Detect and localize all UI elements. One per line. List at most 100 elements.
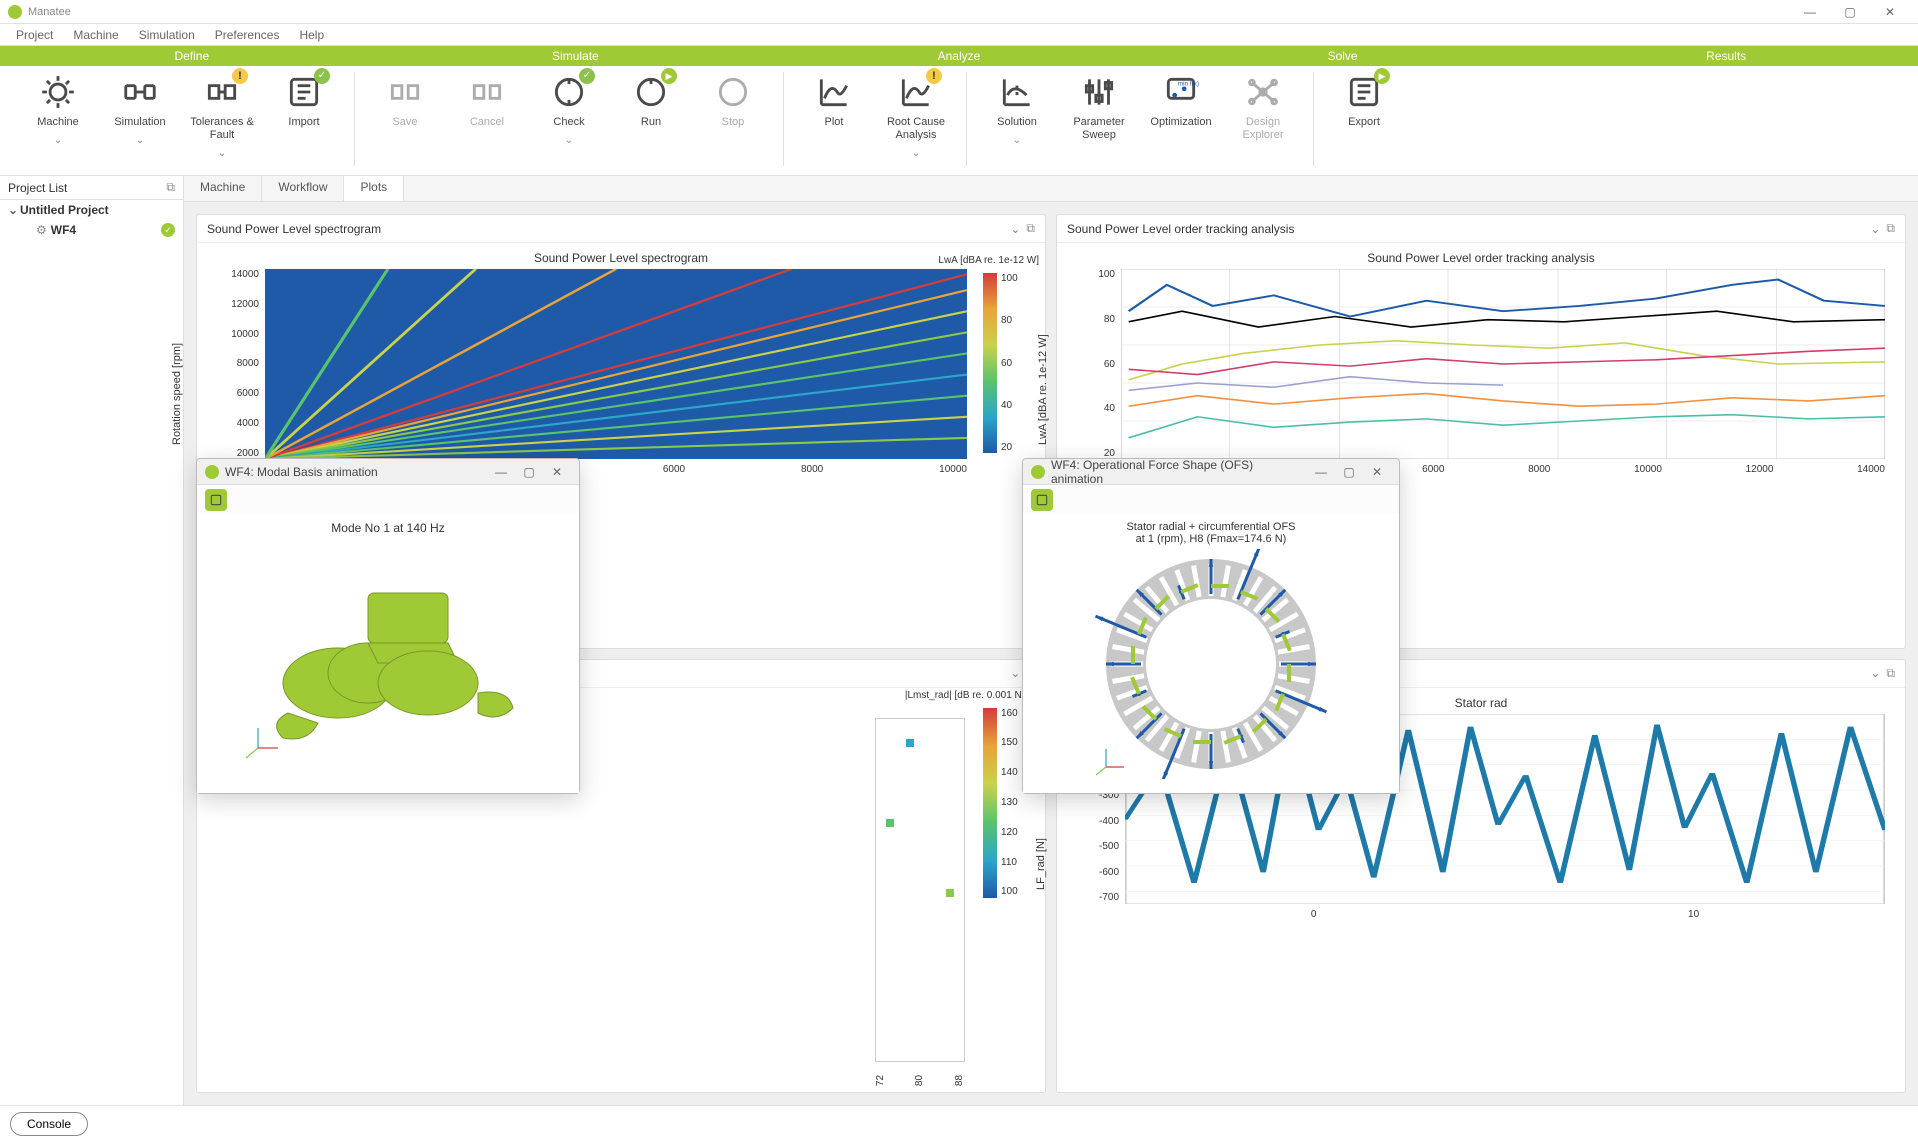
chevron-down-icon[interactable]: ⌄: [1870, 666, 1880, 680]
window-close-button[interactable]: ✕: [1870, 5, 1910, 19]
ytick: 80: [1077, 314, 1115, 325]
window-close-button[interactable]: ✕: [543, 465, 571, 479]
console-button[interactable]: Console: [10, 1112, 88, 1136]
tab-workflow[interactable]: Workflow: [262, 176, 344, 201]
ytick: -400: [1073, 816, 1119, 827]
check-icon: ✓: [549, 72, 589, 112]
tree-root[interactable]: ⌄ Untitled Project: [0, 200, 183, 220]
export-icon: ▶: [1344, 72, 1384, 112]
section-define: Define: [0, 46, 384, 66]
sweep-icon: [1079, 72, 1119, 112]
tab-machine[interactable]: Machine: [184, 176, 262, 201]
gear-icon: [38, 72, 78, 112]
menu-preferences[interactable]: Preferences: [205, 26, 290, 44]
ribbon-label: Import: [288, 116, 319, 129]
app-logo-icon: [8, 5, 22, 19]
chevron-down-icon[interactable]: ⌄: [1010, 222, 1020, 236]
tree-root-label: Untitled Project: [20, 203, 109, 217]
window-close-button[interactable]: ✕: [1363, 465, 1391, 479]
float-modal-basis[interactable]: WF4: Modal Basis animation — ▢ ✕ Mode No…: [196, 458, 580, 794]
rootcause-icon: !: [896, 72, 936, 112]
window-minimize-button[interactable]: —: [1307, 465, 1335, 479]
popout-icon[interactable]: ⧉: [1886, 221, 1895, 236]
ribbon-run-button[interactable]: ▶Run: [619, 72, 683, 166]
ribbon-check-button[interactable]: ✓Check⌄: [537, 72, 601, 166]
chevron-down-icon: ⌄: [136, 135, 144, 146]
cbtick: 120: [1001, 827, 1018, 838]
sidebar-popout-icon[interactable]: ⧉: [166, 180, 175, 195]
popout-icon[interactable]: ⧉: [1026, 221, 1035, 236]
menu-simulation[interactable]: Simulation: [129, 26, 205, 44]
ytick: 100: [1077, 269, 1115, 280]
menu-help[interactable]: Help: [289, 26, 334, 44]
tree-child-wf4[interactable]: ⚙ WF4 ✓: [0, 220, 183, 240]
section-strip: Define Simulate Analyze Solve Results: [0, 46, 1918, 66]
section-analyze: Analyze: [767, 46, 1151, 66]
plot-selector-spectrogram[interactable]: Sound Power Level spectrogram: [207, 222, 1004, 236]
chart-title: Sound Power Level order tracking analysi…: [1065, 251, 1897, 265]
plot-selector-order-tracking[interactable]: Sound Power Level order tracking analysi…: [1067, 222, 1864, 236]
ribbon-simulation-button[interactable]: Simulation ⌄: [108, 72, 172, 166]
xtick: 14000: [1857, 464, 1885, 475]
ribbon-save-button: Save: [373, 72, 437, 166]
ribbon-cancel-button: Cancel: [455, 72, 519, 166]
xtick: 88: [954, 1075, 965, 1086]
ribbon-optimization-button[interactable]: min f(x)Optimization: [1149, 72, 1213, 166]
console-bar: Console: [0, 1105, 1918, 1141]
ribbon-machine-button[interactable]: Machine ⌄: [26, 72, 90, 166]
save-figure-icon[interactable]: [1031, 489, 1053, 511]
xtick: 0: [1311, 909, 1317, 920]
float-title: WF4: Operational Force Shape (OFS) anima…: [1051, 458, 1307, 486]
ribbon-label: Root Cause Analysis: [884, 116, 948, 142]
cbtick: 140: [1001, 767, 1018, 778]
chevron-down-icon: ⌄: [8, 203, 20, 217]
ribbon-label: Check: [553, 116, 584, 129]
xtick: 6000: [1422, 464, 1444, 475]
ribbon-label: Stop: [722, 116, 745, 129]
plot-icon: [814, 72, 854, 112]
xtick: 12000: [1746, 464, 1774, 475]
window-maximize-button[interactable]: ▢: [1335, 465, 1363, 479]
ribbon-label: Simulation: [114, 116, 165, 129]
section-simulate: Simulate: [384, 46, 768, 66]
ribbon-import-button[interactable]: ✓Import: [272, 72, 336, 166]
colorbar: LwA [dBA re. 1e-12 W] 100 80 60 40 20: [983, 273, 1033, 453]
ribbon-tolerances-fault-button[interactable]: !Tolerances & Fault⌄: [190, 72, 254, 166]
ribbon-parameter-sweep-button[interactable]: Parameter Sweep: [1067, 72, 1131, 166]
ribbon-export-button[interactable]: ▶Export: [1332, 72, 1396, 166]
sidebar-title: Project List: [8, 181, 67, 195]
ribbon-root-cause-analysis-button[interactable]: !Root Cause Analysis⌄: [884, 72, 948, 166]
window-maximize-button[interactable]: ▢: [515, 465, 543, 479]
window-minimize-button[interactable]: —: [487, 465, 515, 479]
spectrogram-viz: [265, 269, 967, 459]
ribbon-label: Machine: [37, 116, 79, 129]
cbtick: 100: [1001, 273, 1018, 284]
colorbar-title: |Lmst_rad| [dB re. 0.001 N/m²]: [905, 690, 1039, 701]
chevron-down-icon: ⌄: [54, 135, 62, 146]
ribbon-plot-button[interactable]: Plot: [802, 72, 866, 166]
ytick: -500: [1073, 841, 1119, 852]
menu-machine[interactable]: Machine: [63, 26, 128, 44]
tab-plots[interactable]: Plots: [344, 176, 404, 201]
cbtick: 20: [1001, 442, 1018, 453]
save-icon: [385, 72, 425, 112]
ribbon-solution-button[interactable]: Solution⌄: [985, 72, 1049, 166]
ribbon-label: Optimization: [1150, 116, 1211, 129]
sidebar-header: Project List ⧉: [0, 176, 183, 200]
ribbon-label: Plot: [825, 116, 844, 129]
chevron-down-icon[interactable]: ⌄: [1870, 222, 1880, 236]
title-bar: Manatee — ▢ ✕: [0, 0, 1918, 24]
xtick: 8000: [801, 464, 823, 475]
float-title: WF4: Modal Basis animation: [225, 465, 487, 479]
stop-icon: [713, 72, 753, 112]
save-figure-icon[interactable]: [205, 489, 227, 511]
xtick: 72: [875, 1075, 886, 1086]
menu-project[interactable]: Project: [6, 26, 63, 44]
float-ofs-animation[interactable]: WF4: Operational Force Shape (OFS) anima…: [1022, 458, 1400, 794]
chevron-down-icon[interactable]: ⌄: [1010, 666, 1020, 680]
workflow-icon: ⚙: [36, 223, 47, 237]
window-minimize-button[interactable]: —: [1790, 5, 1830, 19]
cbtick: 60: [1001, 358, 1018, 369]
popout-icon[interactable]: ⧉: [1886, 666, 1895, 681]
window-maximize-button[interactable]: ▢: [1830, 5, 1870, 19]
